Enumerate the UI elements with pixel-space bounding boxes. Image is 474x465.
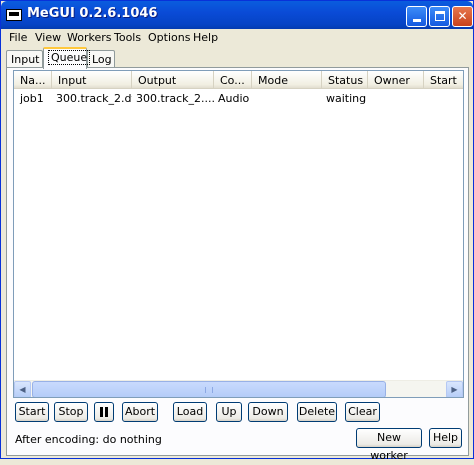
- column-owner[interactable]: Owner: [368, 71, 424, 89]
- pause-icon: [105, 407, 108, 417]
- menu-bar: File View Workers Tools Options Help: [2, 29, 472, 46]
- cell-codec: Audio: [218, 92, 250, 105]
- down-button[interactable]: Down: [248, 402, 288, 422]
- column-mode[interactable]: Mode: [252, 71, 322, 89]
- close-button[interactable]: ✕: [452, 6, 473, 27]
- cell-input: 300.track_2.dts: [56, 92, 132, 105]
- tab-log-label: Log: [92, 53, 112, 66]
- table-row[interactable]: job1 300.track_2.dts 300.track_2.... Aud…: [14, 90, 463, 106]
- pause-button[interactable]: [94, 402, 114, 422]
- column-input[interactable]: Input: [52, 71, 132, 89]
- tab-input[interactable]: Input: [6, 50, 43, 68]
- column-output[interactable]: Output: [132, 71, 214, 89]
- tab-queue[interactable]: Queue: [43, 47, 91, 69]
- tab-queue-label: Queue: [48, 50, 91, 65]
- minimize-button[interactable]: [406, 6, 427, 27]
- megui-window: MeGUI 0.2.6.1046 ✕ File View Workers Too…: [0, 0, 474, 462]
- menu-tools[interactable]: Tools: [114, 31, 141, 44]
- menu-workers[interactable]: Workers: [67, 31, 111, 44]
- maximize-icon: [434, 11, 445, 21]
- title-bar[interactable]: MeGUI 0.2.6.1046 ✕: [1, 1, 473, 29]
- column-name[interactable]: Na...: [14, 71, 52, 89]
- column-start[interactable]: Start: [424, 71, 463, 89]
- delete-button[interactable]: Delete: [297, 402, 337, 422]
- load-button[interactable]: Load: [173, 402, 207, 422]
- queue-list[interactable]: Na... Input Output Co... Mode Status Own…: [13, 70, 464, 398]
- column-status[interactable]: Status: [322, 71, 368, 89]
- queue-panel: Na... Input Output Co... Mode Status Own…: [6, 67, 469, 462]
- scroll-right-icon[interactable]: ▶: [446, 381, 463, 397]
- after-encoding-status: After encoding: do nothing: [15, 433, 162, 446]
- window-title: MeGUI 0.2.6.1046: [27, 6, 158, 21]
- queue-list-header: Na... Input Output Co... Mode Status Own…: [14, 71, 463, 89]
- menu-file[interactable]: File: [9, 31, 27, 44]
- menu-options[interactable]: Options: [148, 31, 190, 44]
- pause-icon: [100, 407, 103, 417]
- column-codec[interactable]: Co...: [214, 71, 252, 89]
- up-button[interactable]: Up: [216, 402, 242, 422]
- cell-status: waiting: [326, 92, 367, 105]
- maximize-button[interactable]: [429, 6, 450, 27]
- clear-button[interactable]: Clear: [345, 402, 380, 422]
- minimize-icon: [412, 19, 421, 22]
- scroll-left-icon[interactable]: ◀: [14, 381, 31, 397]
- abort-button[interactable]: Abort: [122, 402, 158, 422]
- menu-view[interactable]: View: [35, 31, 61, 44]
- start-button[interactable]: Start: [15, 402, 49, 422]
- tab-input-label: Input: [11, 53, 40, 66]
- menu-help[interactable]: Help: [193, 31, 218, 44]
- app-icon: [6, 9, 22, 21]
- new-worker-button[interactable]: New worker: [356, 428, 422, 462]
- scrollbar-thumb[interactable]: [32, 381, 386, 397]
- stop-button[interactable]: Stop: [54, 402, 88, 422]
- scrollbar-grip-icon: [205, 387, 213, 393]
- horizontal-scrollbar[interactable]: ◀ ▶: [14, 380, 463, 397]
- cell-name: job1: [20, 92, 44, 105]
- help-button[interactable]: Help: [429, 428, 462, 448]
- tab-log[interactable]: Log: [87, 50, 115, 68]
- cell-output: 300.track_2....: [136, 92, 214, 105]
- close-icon: ✕: [457, 9, 468, 23]
